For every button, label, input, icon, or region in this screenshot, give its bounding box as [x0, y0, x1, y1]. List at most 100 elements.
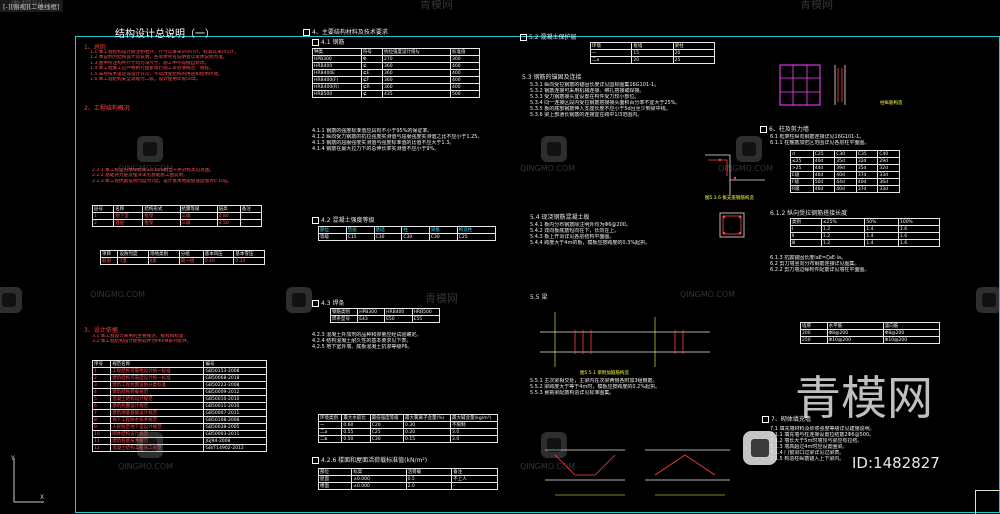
- watermark-logo-icon: [736, 136, 762, 162]
- text-line: 5.5.3 悬挑梁配筋构造详见标准图集。: [530, 390, 615, 396]
- cell: 建筑结构荷载规范: [110, 388, 205, 396]
- cell: 板墙: [631, 42, 674, 50]
- cell: 第一组: [178, 257, 204, 265]
- cell: 基本雪压: [233, 250, 265, 258]
- cell: 40d: [812, 157, 836, 165]
- cell: GB50009-2012: [203, 388, 267, 396]
- section-4-1-notes: 4.1.1 钢筋的强度标准值应具有不小于95%的保证率。 4.1.2 纵向受力钢…: [312, 128, 502, 152]
- cell: 7: [91, 409, 112, 417]
- cell: 200: [800, 329, 828, 337]
- cell: GB50010-2010: [203, 395, 267, 403]
- cell: 取值: [99, 257, 119, 265]
- cell: 4.80: [216, 212, 241, 220]
- cell: 建筑抗震设计规范: [110, 402, 205, 410]
- cell: 首层: [113, 219, 144, 227]
- cell: 44d: [834, 178, 857, 186]
- cell: 500: [449, 90, 481, 98]
- cell: Ⅱ类: [148, 257, 180, 265]
- cell: 最低强度等级: [369, 414, 405, 422]
- watermark-id: ID:1482827: [852, 454, 940, 472]
- subsection-4-3-heading: 4.3 焊条: [312, 298, 344, 307]
- cell: HPB300: [357, 308, 386, 316]
- cell: 活荷载: [405, 468, 453, 476]
- cell: 4: [91, 388, 112, 396]
- checkbox-icon: [312, 300, 319, 307]
- section-2-heading: 2、工程结构概况: [84, 105, 130, 112]
- cell: JGJ94-2008: [203, 437, 267, 445]
- cell: ≤25%: [820, 218, 866, 226]
- cell: >25: [790, 164, 814, 172]
- text-line: 6.2.2 剪力墙边缘构件配筋详见墙柱平面图。: [770, 267, 870, 273]
- cell: HPB300: [312, 55, 362, 63]
- cell: GB50038-2005: [203, 423, 267, 431]
- text-line: 2.2.3 本工程抗震设防烈度为7度，设计基本地震加速度值为0.10g。: [92, 178, 232, 184]
- cell: 37d: [855, 171, 879, 179]
- cell: 部位: [318, 226, 347, 234]
- cell: 2: [91, 219, 115, 227]
- cell: HRB400(R): [312, 83, 362, 91]
- svg-text:X: X: [40, 494, 44, 501]
- cell: 最大氯离子含量(%): [403, 414, 452, 422]
- watermark-latin: QINGMO.COM: [90, 290, 146, 299]
- text-line: 4.1.4 钢筋在最大拉力下的总伸长率实测值不应小于9%。: [312, 146, 440, 152]
- cell: 一: [589, 49, 633, 57]
- cell: -: [239, 219, 263, 227]
- cell: C30: [373, 233, 403, 241]
- cell: 1.4: [864, 239, 899, 247]
- cell: Ⅲ: [790, 239, 822, 247]
- cell: 44d: [812, 164, 836, 172]
- cell: 结构形式: [142, 205, 181, 213]
- cell: 435: [382, 90, 451, 98]
- cell: 0.55: [341, 428, 371, 436]
- cell: -: [239, 212, 263, 220]
- cell: 0.60: [341, 421, 371, 429]
- cell: C20: [369, 421, 405, 429]
- cell: 3: [91, 381, 112, 389]
- cell: 基本风压: [202, 250, 235, 258]
- cell: 50d: [812, 178, 836, 186]
- detail-caption: 图5.5.1 梁附加箍筋构造: [580, 371, 629, 376]
- watermark-logo-icon: [286, 287, 312, 313]
- cell: 工程结构可靠性设计统一标准: [110, 367, 205, 375]
- cell: 15: [631, 49, 674, 57]
- seismic-table: 项目 设防烈度 场地类别 分组 基本风压 基本雪压 取值 7度 Ⅱ类 第一组 0.40 0.35: [99, 250, 265, 265]
- cell: 4.50: [216, 219, 241, 227]
- watermark-logo-icon: [541, 136, 567, 162]
- cell: 最大水胶比: [341, 414, 371, 422]
- beam-stirrup-detail: [540, 312, 710, 367]
- cell: 备注: [451, 468, 498, 476]
- cell: 10: [91, 430, 112, 438]
- cell: 建筑工程抗震设防分类标准: [110, 381, 205, 389]
- cell: Φ8@200: [882, 329, 941, 337]
- cell: 环境: [589, 42, 633, 50]
- cell: 名称: [113, 205, 144, 213]
- section-6-heading: 6、柱及剪力墙: [760, 124, 809, 133]
- wall-table: 墙厚 水平筋 竖向筋 200 Φ8@200 Φ8@200 250 Φ10@200 Φ10@2…: [800, 322, 941, 344]
- cell: 360: [382, 69, 451, 77]
- cell: 地下室: [113, 212, 144, 220]
- heading-text: 4.3 焊条: [321, 300, 345, 307]
- section-3-text: 3.1 本工程设计采用的主要规范、规程和标准： 3.2 本工程结构设计使用软件为…: [92, 334, 282, 345]
- cell: 2: [91, 374, 112, 382]
- cell: HRB400: [312, 62, 362, 70]
- cell: 29d: [877, 157, 900, 165]
- cell: 1.6: [897, 232, 941, 240]
- cell: 25: [672, 56, 716, 64]
- cell: HRB500: [312, 90, 362, 98]
- cell: C30: [428, 233, 458, 241]
- watermark-latin: QINGMO.COM: [520, 462, 576, 471]
- text-line: 5.4.4 跨度大于4m的板，模板应按跨度的0.3%起拱。: [530, 240, 651, 246]
- cell: ≤25: [790, 157, 814, 165]
- cell: 抗拉强度设计值fy: [382, 48, 451, 56]
- cell: R级: [790, 185, 814, 193]
- cell: 种类: [312, 48, 362, 56]
- cell: 300: [449, 55, 481, 63]
- cell: 1: [91, 367, 112, 375]
- cell: GB50011-2010: [203, 402, 267, 410]
- cell: E43: [357, 315, 386, 323]
- cell: 250: [800, 336, 828, 344]
- checkbox-icon: [760, 126, 767, 133]
- weld-table: 钢筋类别 HPB300 HRB400 HRB500 焊条型号 E43 E50 E55: [329, 308, 441, 323]
- cell: Φ10@200: [882, 336, 941, 344]
- cell: 6: [91, 402, 112, 410]
